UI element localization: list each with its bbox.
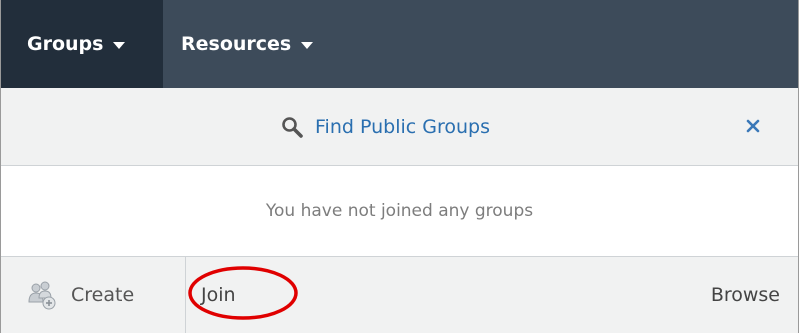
find-public-groups-label: Find Public Groups	[315, 115, 490, 138]
group-add-icon	[28, 281, 56, 310]
nav-resources-menu[interactable]: Resources	[181, 0, 314, 88]
nav-resources-label: Resources	[181, 33, 292, 55]
caret-down-icon	[113, 41, 126, 49]
nav-groups-menu[interactable]: Groups	[1, 0, 163, 88]
close-button[interactable]	[737, 110, 769, 142]
empty-state-message: You have not joined any groups	[265, 201, 534, 221]
browse-button[interactable]: Browse	[711, 257, 780, 333]
nav-groups-label: Groups	[27, 33, 104, 55]
top-nav: Groups Resources	[1, 0, 798, 88]
find-public-groups-link[interactable]: Find Public Groups	[281, 88, 490, 165]
create-group-button[interactable]: Create	[1, 257, 186, 333]
annotation-circle	[188, 266, 298, 320]
groups-panel: Groups Resources Find Public Groups You …	[0, 0, 799, 333]
close-icon	[746, 119, 760, 133]
groups-footer: Create Join Browse	[1, 256, 798, 333]
find-bar: Find Public Groups	[1, 88, 798, 166]
caret-down-icon	[301, 41, 314, 49]
search-icon	[282, 116, 303, 138]
create-label: Create	[71, 284, 135, 306]
browse-label: Browse	[710, 284, 780, 306]
